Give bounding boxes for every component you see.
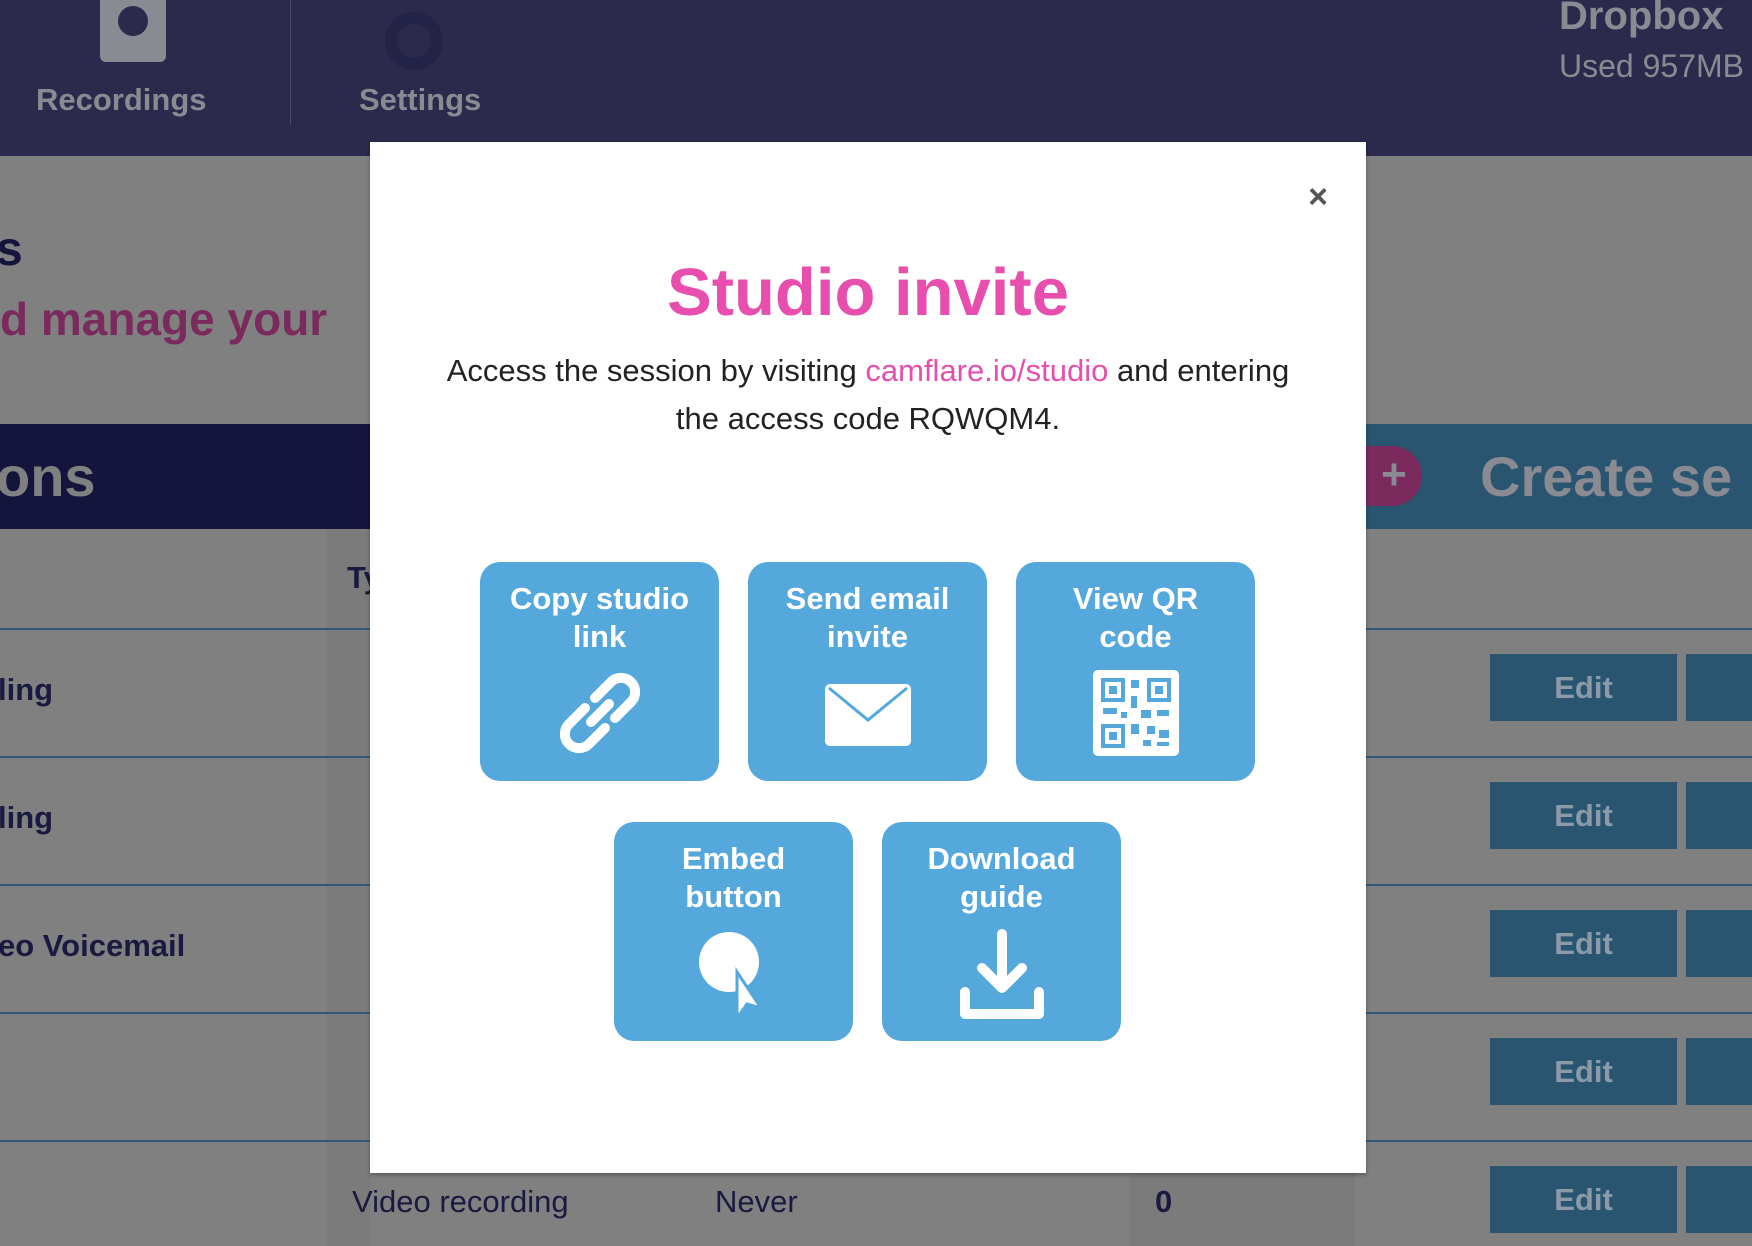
row-type: Video recording — [352, 1184, 569, 1219]
edit-button[interactable]: Edit — [1490, 1166, 1677, 1233]
create-session-label: Create se — [1480, 445, 1733, 508]
button-label: Download guide — [927, 841, 1076, 914]
studio-invite-modal: × Studio invite Access the session by vi… — [370, 142, 1366, 1173]
row-count: 0 — [1155, 1184, 1173, 1219]
link-icon — [559, 672, 640, 754]
nav-settings[interactable]: Settings — [359, 82, 481, 118]
section-header: ons — [0, 424, 370, 529]
edit-button[interactable]: Edit — [1490, 782, 1677, 849]
view-qr-code-button[interactable]: View QR code — [1016, 562, 1255, 781]
row-name: ling — [0, 800, 54, 835]
page-title: s — [0, 223, 23, 276]
desc-text: Access the session by visiting — [446, 353, 866, 388]
page-subtitle: d manage your — [0, 293, 328, 345]
create-session-button[interactable]: + Create se — [1366, 424, 1752, 529]
button-label: View QR code — [1072, 581, 1199, 654]
nav-recordings[interactable]: Recordings — [36, 82, 207, 118]
envelope-icon — [824, 684, 911, 746]
nav-divider — [290, 0, 291, 125]
embed-button-button[interactable]: Embed button — [614, 822, 853, 1041]
download-icon — [959, 929, 1044, 1019]
row-action-button[interactable] — [1686, 910, 1752, 977]
studio-link[interactable]: camflare.io/studio — [865, 353, 1108, 388]
row-name: eo Voicemail — [0, 928, 186, 963]
type-column — [327, 529, 370, 1246]
storage-usage: Used 957MB — [1559, 48, 1744, 84]
row-action-button[interactable] — [1686, 654, 1752, 721]
edit-button[interactable]: Edit — [1490, 654, 1677, 721]
storage-provider: Dropbox — [1559, 0, 1724, 38]
modal-title: Studio invite — [667, 255, 1069, 330]
qr-code-icon — [1092, 670, 1179, 756]
section-title: ons — [0, 445, 96, 508]
send-email-invite-button[interactable]: Send email invite — [748, 562, 987, 781]
row-action-button[interactable] — [1686, 1166, 1752, 1233]
close-button[interactable]: × — [1308, 178, 1328, 217]
row-name: ling — [0, 672, 54, 707]
gear-icon — [385, 12, 443, 70]
plus-icon: + — [1366, 446, 1422, 506]
download-guide-button[interactable]: Download guide — [882, 822, 1121, 1041]
edit-button[interactable]: Edit — [1490, 910, 1677, 977]
top-nav — [0, 0, 1752, 156]
cursor-click-icon — [698, 932, 765, 1023]
row-action-button[interactable] — [1686, 782, 1752, 849]
modal-description: Access the session by visiting camflare.… — [430, 347, 1306, 443]
recordings-icon — [100, 0, 166, 62]
row-expires: Never — [715, 1184, 798, 1219]
button-label: Embed button — [681, 841, 786, 914]
edit-button[interactable]: Edit — [1490, 1038, 1677, 1105]
copy-studio-link-button[interactable]: Copy studio link — [480, 562, 719, 781]
button-label: Send email invite — [785, 581, 950, 654]
row-action-button[interactable] — [1686, 1038, 1752, 1105]
button-label: Copy studio link — [509, 581, 690, 654]
